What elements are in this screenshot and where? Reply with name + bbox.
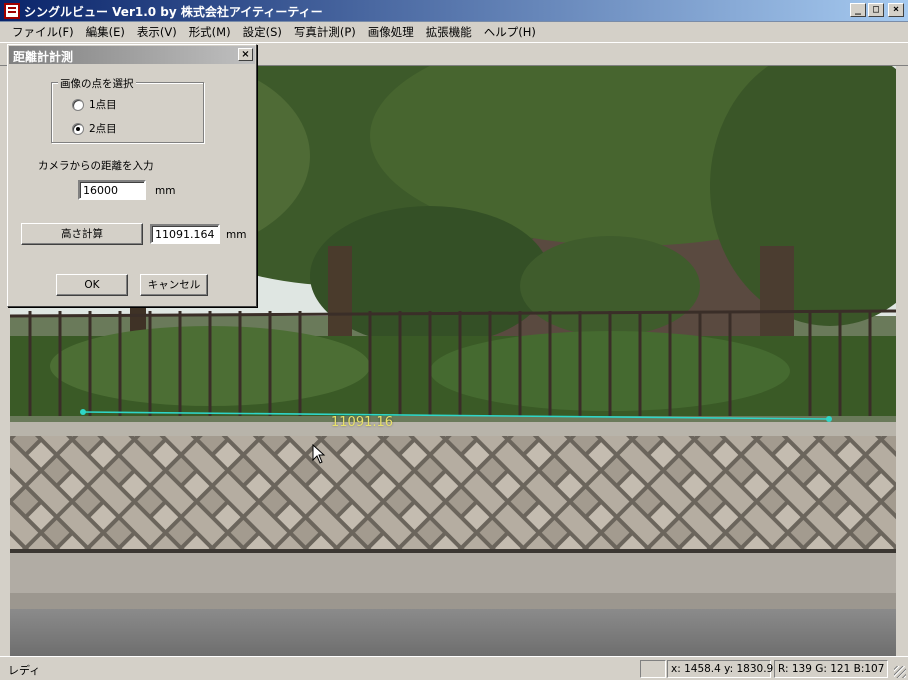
status-pane-empty (640, 660, 666, 678)
radio-point2-row[interactable]: 2点目 (72, 121, 117, 136)
caption-buttons: _ □ × (850, 3, 904, 17)
distance-input[interactable] (78, 180, 146, 200)
resize-grip[interactable] (894, 666, 906, 678)
radio-point2[interactable] (72, 122, 84, 135)
menu-format[interactable]: 形式(M) (183, 24, 237, 40)
menu-view[interactable]: 表示(V) (131, 24, 183, 40)
result-field[interactable] (150, 224, 220, 244)
result-unit: mm (226, 229, 247, 241)
menu-extensions[interactable]: 拡張機能 (420, 24, 478, 40)
menu-file[interactable]: ファイル(F) (6, 24, 80, 40)
ok-button[interactable]: OK (56, 274, 128, 296)
distance-label: カメラからの距離を入力 (38, 160, 154, 172)
cancel-button[interactable]: キャンセル (140, 274, 208, 296)
mouse-cursor-icon (312, 444, 326, 464)
maximize-button[interactable]: □ (868, 3, 884, 17)
app-icon[interactable] (4, 3, 20, 19)
menu-photo-measure[interactable]: 写真計測(P) (288, 24, 362, 40)
radio-point1-row[interactable]: 1点目 (72, 97, 117, 112)
menu-edit[interactable]: 編集(E) (80, 24, 131, 40)
menu-bar: ファイル(F) 編集(E) 表示(V) 形式(M) 設定(S) 写真計測(P) … (0, 22, 908, 42)
menu-help[interactable]: ヘルプ(H) (478, 24, 542, 40)
menu-settings[interactable]: 設定(S) (237, 24, 288, 40)
status-bar: レディ x: 1458.4 y: 1830.9 R: 139 G: 121 B:… (0, 656, 908, 680)
point-select-group: 画像の点を選択 1点目 2点目 (51, 76, 204, 143)
calc-height-button[interactable]: 高さ計算 (21, 223, 143, 245)
status-text: レディ (8, 664, 41, 677)
window-title: シングルビュー Ver1.0 by 株式会社アイティーティー (24, 5, 323, 19)
radio-point2-label: 2点目 (89, 123, 117, 135)
status-coords: x: 1458.4 y: 1830.9 (667, 660, 773, 678)
distance-measure-dialog: 距離計計測 × 画像の点を選択 1点目 2点目 カメラからの距離を入力 mm 高… (7, 44, 257, 307)
dialog-title-bar[interactable]: 距離計計測 × (9, 46, 255, 64)
measure-label: 11091.16 (331, 415, 394, 430)
group-title: 画像の点を選択 (58, 76, 136, 91)
radio-point1[interactable] (72, 98, 84, 111)
status-rgb: R: 139 G: 121 B:107 (774, 660, 888, 678)
menu-image-processing[interactable]: 画像処理 (362, 24, 420, 40)
title-bar: シングルビュー Ver1.0 by 株式会社アイティーティー _ □ × (0, 0, 908, 22)
dialog-title: 距離計計測 (13, 50, 74, 64)
radio-point1-label: 1点目 (89, 99, 117, 111)
dialog-close-button[interactable]: × (238, 48, 253, 61)
minimize-button[interactable]: _ (850, 3, 866, 17)
close-button[interactable]: × (888, 3, 904, 17)
distance-unit: mm (155, 185, 176, 197)
